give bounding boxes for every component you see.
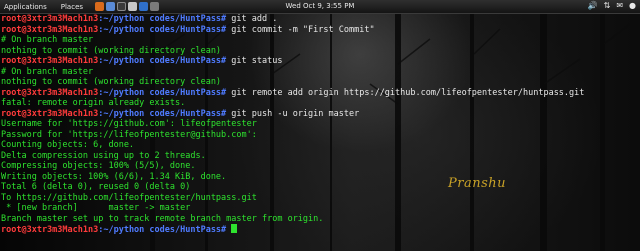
output-line: nothing to commit (working directory cle…	[1, 46, 584, 57]
output-text: Writing objects: 100% (6/6), 1.34 KiB, d…	[1, 171, 227, 182]
command-line: root@3xtr3m3Mach1n3:~/python codes/HuntP…	[1, 56, 584, 67]
output-line: To https://github.com/lifeofpentester/hu…	[1, 193, 584, 204]
settings-launcher-icon[interactable]	[150, 2, 160, 11]
prompt-path: :~/python codes/HuntPass#	[98, 108, 227, 119]
output-line: Username for 'https://github.com': lifeo…	[1, 119, 584, 130]
output-text: # On branch master	[1, 35, 94, 45]
command-line: root@3xtr3m3Mach1n3:~/python codes/HuntP…	[1, 224, 584, 235]
network-icon[interactable]: ⇅	[604, 1, 611, 10]
text-cursor[interactable]	[231, 224, 238, 233]
output-text: * [new branch] master -> master	[1, 203, 191, 213]
prompt-user-host: root@3xtr3m3Mach1n3	[1, 24, 99, 35]
terminal-window[interactable]: root@3xtr3m3Mach1n3:~/python codes/HuntP…	[0, 14, 640, 251]
prompt-path: :~/python codes/HuntPass#	[98, 14, 227, 24]
command-text: git commit -m "First Commit"	[226, 24, 375, 35]
output-line: # On branch master	[1, 67, 584, 78]
output-text: Username for 'https://github.com': lifeo…	[1, 119, 257, 129]
command-line: root@3xtr3m3Mach1n3:~/python codes/HuntP…	[1, 25, 584, 36]
command-text: git push -u origin master	[226, 108, 360, 119]
command-line: root@3xtr3m3Mach1n3:~/python codes/HuntP…	[1, 109, 584, 120]
command-text: git remote add origin https://github.com…	[226, 87, 585, 98]
output-text: Password for 'https://lifeofpentester@gi…	[1, 129, 257, 140]
output-text: Delta compression using up to 2 threads.	[1, 150, 206, 161]
prompt-user-host: root@3xtr3m3Mach1n3	[1, 14, 99, 24]
output-line: Branch master set up to track remote bra…	[1, 214, 584, 225]
command-line: root@3xtr3m3Mach1n3:~/python codes/HuntP…	[1, 88, 584, 99]
signature: Pranshu	[448, 176, 507, 191]
output-text: nothing to commit (working directory cle…	[1, 77, 222, 87]
output-text: Branch master set up to track remote bra…	[1, 213, 324, 224]
output-line: nothing to commit (working directory cle…	[1, 77, 584, 88]
output-line: # On branch master	[1, 35, 584, 46]
output-line: Password for 'https://lifeofpentester@gi…	[1, 130, 584, 141]
output-text: # On branch master	[1, 66, 94, 77]
places-menu[interactable]: Places	[61, 3, 83, 11]
prompt-user-host: root@3xtr3m3Mach1n3	[1, 56, 99, 66]
prompt-path: :~/python codes/HuntPass#	[98, 56, 227, 66]
editor-launcher-icon[interactable]	[128, 2, 138, 11]
terminal-output: root@3xtr3m3Mach1n3:~/python codes/HuntP…	[1, 14, 584, 235]
applications-menu[interactable]: Applications	[4, 3, 47, 11]
output-line: Delta compression using up to 2 threads.	[1, 151, 584, 162]
top-panel: Applications Places Wed Oct 9, 3:55 PM 🔊…	[0, 0, 640, 14]
prompt-path: :~/python codes/HuntPass#	[98, 24, 227, 35]
output-line: fatal: remote origin already exists.	[1, 98, 584, 109]
browser-launcher-icon[interactable]	[95, 2, 105, 11]
command-text: git add .	[226, 14, 278, 24]
output-text: nothing to commit (working directory cle…	[1, 45, 222, 56]
prompt-path: :~/python codes/HuntPass#	[98, 87, 227, 98]
prompt-user-host: root@3xtr3m3Mach1n3	[1, 87, 99, 98]
mail-icon[interactable]: ✉	[616, 1, 623, 10]
output-line: * [new branch] master -> master	[1, 203, 584, 214]
output-text: Counting objects: 6, done.	[1, 140, 135, 150]
output-line: Counting objects: 6, done.	[1, 140, 584, 151]
system-tray: 🔊 ⇅ ✉ ●	[588, 1, 636, 10]
output-line: Compressing objects: 100% (5/5), done.	[1, 161, 584, 172]
prompt-user-host: root@3xtr3m3Mach1n3	[1, 108, 99, 119]
output-text: Total 6 (delta 0), reused 0 (delta 0)	[1, 182, 191, 192]
command-line: root@3xtr3m3Mach1n3:~/python codes/HuntP…	[1, 14, 584, 25]
volume-icon[interactable]: 🔊	[588, 1, 598, 10]
files-launcher-icon[interactable]	[139, 2, 149, 11]
output-text: To https://github.com/lifeofpentester/hu…	[1, 192, 257, 203]
output-text: fatal: remote origin already exists.	[1, 98, 186, 108]
user-icon[interactable]: ●	[629, 1, 636, 10]
mail-launcher-icon[interactable]	[106, 2, 116, 11]
prompt-path: :~/python codes/HuntPass#	[98, 225, 227, 235]
launcher-bar	[95, 2, 160, 11]
output-text: Compressing objects: 100% (5/5), done.	[1, 161, 196, 171]
command-text: git status	[226, 56, 283, 66]
terminal-launcher-icon[interactable]	[117, 2, 127, 11]
prompt-user-host: root@3xtr3m3Mach1n3	[1, 225, 99, 235]
